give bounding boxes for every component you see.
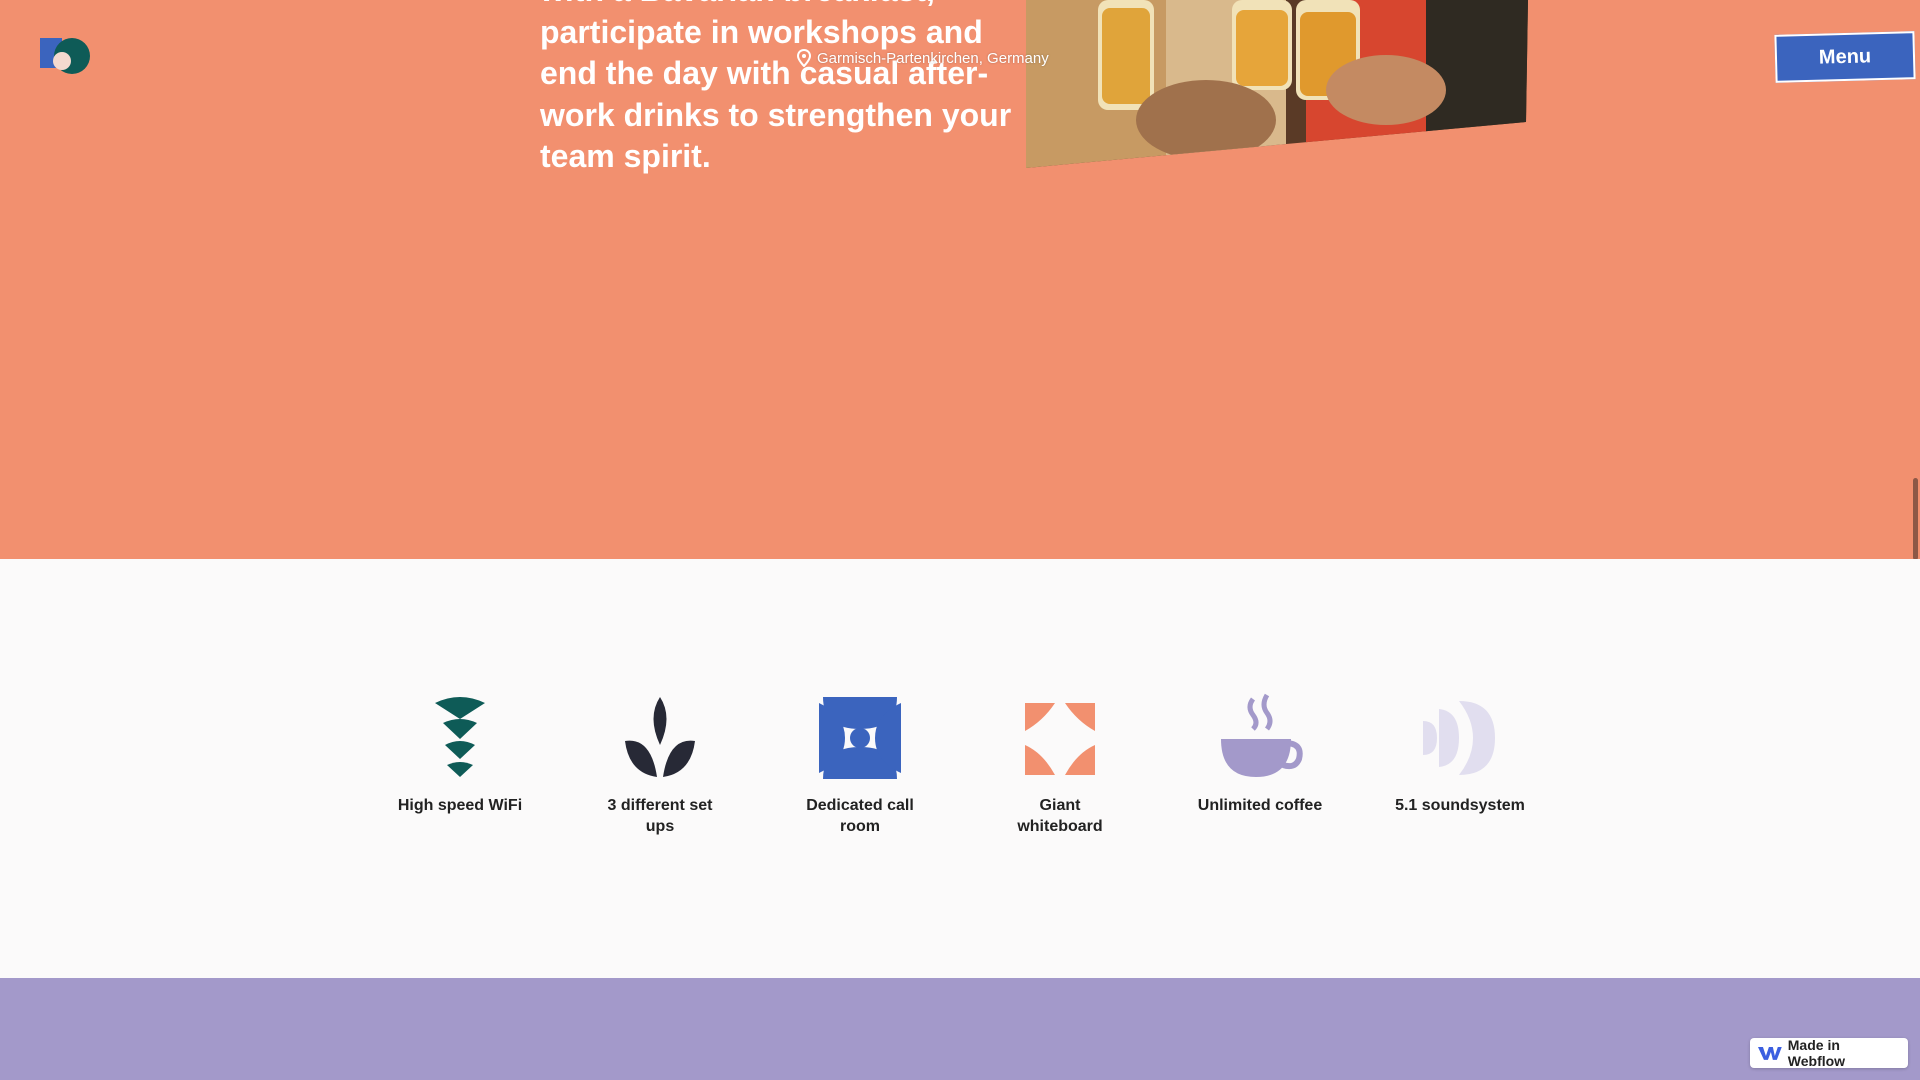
location-text: Garmisch-Partenkirchen, Germany	[817, 49, 1049, 67]
made-in-webflow-badge[interactable]: Made in Webflow	[1750, 1037, 1908, 1069]
amenity-label: Dedicated call room	[806, 797, 914, 835]
amenity-call-room: Dedicated call room	[760, 693, 960, 837]
hero-section: with a Bavarian breakfast, participate i…	[0, 0, 1920, 559]
map-pin-icon	[797, 49, 811, 67]
scrollbar-thumb[interactable]	[1913, 478, 1918, 560]
amenity-label: 5.1 soundsystem	[1395, 797, 1525, 814]
amenity-wifi: High speed WiFi	[360, 693, 560, 816]
brand-logo-icon[interactable]	[38, 34, 94, 76]
menu-button[interactable]: Menu	[1774, 31, 1916, 83]
badge-label: Made in Webflow	[1787, 1037, 1846, 1069]
amenity-whiteboard: Giant whiteboard	[960, 693, 1160, 837]
whiteboard-icon	[1025, 703, 1095, 775]
amenity-label: Unlimited coffee	[1197, 797, 1323, 814]
amenity-label: 3 different set ups	[607, 797, 713, 835]
webflow-logo-icon	[1758, 1047, 1782, 1060]
wifi-icon	[435, 697, 485, 777]
sound-icon	[1423, 701, 1495, 775]
location-label: Garmisch-Partenkirchen, Germany	[797, 48, 1049, 68]
amenity-label: High speed WiFi	[397, 797, 523, 814]
leaves-icon	[625, 697, 695, 777]
hero-description: with a Bavarian breakfast, participate i…	[540, 0, 1012, 174]
call-room-icon	[819, 697, 901, 779]
amenity-sound: 5.1 soundsystem	[1360, 693, 1560, 816]
amenity-setups: 3 different set ups	[560, 693, 760, 837]
amenity-coffee: Unlimited coffee	[1160, 693, 1360, 816]
team-drinks-photo	[1026, 0, 1528, 168]
coffee-icon	[1221, 693, 1303, 777]
amenities-section: High speed WiFi 3 different set ups Dedi…	[0, 559, 1920, 978]
amenity-label: Giant whiteboard	[1017, 797, 1103, 835]
footer-section	[0, 978, 1920, 1080]
